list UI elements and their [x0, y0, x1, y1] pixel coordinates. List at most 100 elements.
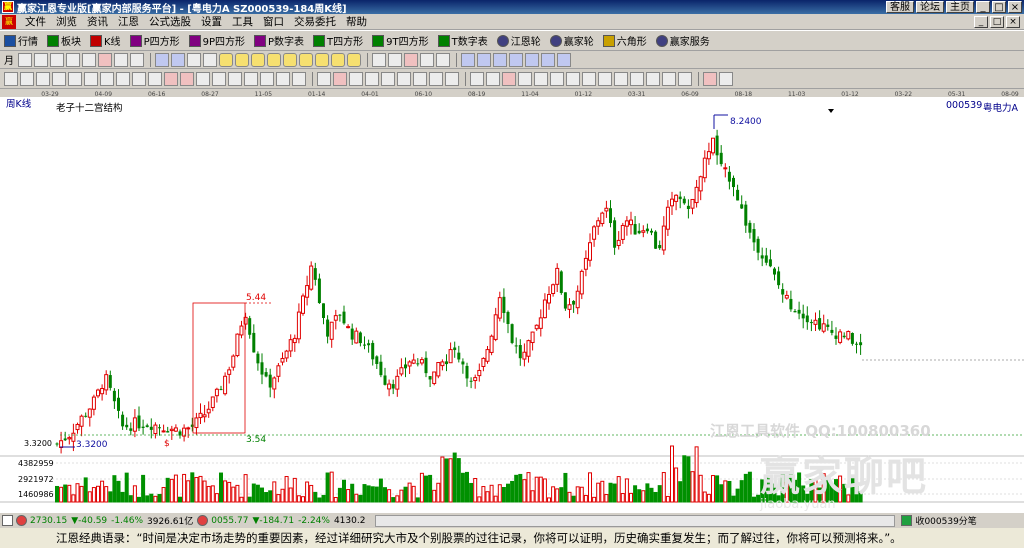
box-icon[interactable] — [260, 71, 274, 86]
tool-cross-icon[interactable] — [114, 52, 128, 67]
indicator-b-icon[interactable] — [534, 71, 548, 86]
toolbar-kline-button[interactable]: K线 — [90, 33, 121, 48]
channel-icon[interactable] — [116, 71, 130, 86]
indicator-bars-icon[interactable] — [486, 71, 500, 86]
ray-tool-icon[interactable] — [333, 71, 347, 86]
toolbar-t-table-button[interactable]: T数字表 — [437, 33, 488, 48]
calc-icon[interactable] — [461, 52, 475, 67]
window-5-icon[interactable] — [557, 52, 571, 67]
arc-icon[interactable] — [420, 52, 434, 67]
triangle-tool-icon[interactable] — [349, 71, 363, 86]
indicator-list-icon[interactable] — [470, 71, 484, 86]
diamond-tool-7-icon[interactable] — [315, 52, 329, 67]
copy-icon[interactable] — [50, 52, 64, 67]
zoom-icon[interactable] — [18, 52, 32, 67]
window-1-icon[interactable] — [493, 52, 507, 67]
mdi-restore-button[interactable]: □ — [990, 15, 1004, 28]
close-button[interactable]: × — [1008, 1, 1022, 13]
indicator-j-icon[interactable] — [662, 71, 676, 86]
toolbar-service-button[interactable]: 赢家服务 — [655, 33, 710, 48]
toolbar-t-square-button[interactable]: T四方形 — [313, 33, 363, 48]
diamond-tool-6-icon[interactable] — [299, 52, 313, 67]
minimize-button[interactable]: _ — [976, 1, 990, 13]
mdi-minimize-button[interactable]: _ — [974, 15, 988, 28]
diamond-tool-2-icon[interactable] — [235, 52, 249, 67]
maximize-button[interactable]: □ — [992, 1, 1006, 13]
first-bar-icon[interactable] — [155, 52, 169, 67]
color-wheel-icon[interactable] — [703, 71, 717, 86]
toolbar-9p-square-button[interactable]: 9P四方形 — [188, 33, 245, 48]
toolbar-sectors-button[interactable]: 板块 — [47, 33, 81, 48]
parallel-icon[interactable] — [132, 71, 146, 86]
percent-icon[interactable] — [502, 71, 516, 86]
toolbar-p-square-button[interactable]: P四方形 — [129, 33, 180, 48]
speed-line-icon[interactable] — [276, 71, 290, 86]
target-icon[interactable] — [164, 71, 178, 86]
toolbar-quotes-button[interactable]: 行情 — [4, 33, 38, 48]
diamond-tool-8-icon[interactable] — [331, 52, 345, 67]
indicator-a-icon[interactable] — [518, 71, 532, 86]
indicator-i-icon[interactable] — [646, 71, 660, 86]
timezone-icon[interactable] — [244, 71, 258, 86]
square-tool-icon[interactable] — [413, 71, 427, 86]
bars-icon[interactable] — [36, 71, 50, 86]
forum-button[interactable]: 论坛 — [916, 1, 944, 13]
arrow-tool-icon[interactable] — [445, 71, 459, 86]
comb-icon[interactable] — [84, 71, 98, 86]
equal-bars-icon[interactable] — [100, 71, 114, 86]
kline-chart-panel[interactable]: 03-29 04-09 06-16 08-27 11-05 01-14 04-01 06-10… — [0, 89, 1024, 512]
diamond-tool-9-icon[interactable] — [347, 52, 361, 67]
cursor-icon[interactable] — [82, 52, 96, 67]
line-tool-icon[interactable] — [4, 71, 18, 86]
tool-rect-icon[interactable] — [130, 52, 144, 67]
trend-tool-icon[interactable] — [381, 71, 395, 86]
indicator-k-icon[interactable] — [678, 71, 692, 86]
indicator-d-icon[interactable] — [566, 71, 580, 86]
shanghai-icon[interactable] — [16, 515, 27, 526]
tool-pointer-icon[interactable] — [203, 52, 217, 67]
toolbar-winner-wheel-button[interactable]: 赢家轮 — [549, 33, 594, 48]
service-button[interactable]: 客服 — [886, 1, 914, 13]
indicator-h-icon[interactable] — [630, 71, 644, 86]
status-scrollbar[interactable] — [375, 514, 896, 527]
save-icon[interactable] — [34, 52, 48, 67]
mdi-close-button[interactable]: × — [1006, 15, 1020, 28]
trident-icon[interactable] — [68, 71, 82, 86]
diamond-tool-5-icon[interactable] — [283, 52, 297, 67]
hand-icon[interactable] — [372, 52, 386, 67]
text-tool-icon[interactable] — [429, 71, 443, 86]
menu-trade[interactable]: 交易委托 — [289, 14, 341, 29]
gann-fan-icon[interactable] — [212, 71, 226, 86]
shenzhen-icon[interactable] — [197, 515, 209, 526]
cycle-icon[interactable] — [228, 71, 242, 86]
menu-settings[interactable]: 设置 — [196, 14, 227, 29]
toolbar-p-table-button[interactable]: P数字表 — [254, 33, 304, 48]
market-icon[interactable] — [2, 515, 13, 526]
menu-formula-picker[interactable]: 公式选股 — [144, 14, 196, 29]
tick-icon[interactable] — [901, 515, 913, 526]
table-icon[interactable] — [477, 52, 491, 67]
homepage-button[interactable]: 主页 — [946, 1, 974, 13]
tool-arrow-icon[interactable] — [187, 52, 201, 67]
toolbar-gann-wheel-button[interactable]: 江恩轮 — [496, 33, 541, 48]
window-3-icon[interactable] — [525, 52, 539, 67]
diamond-tool-1-icon[interactable] — [219, 52, 233, 67]
print-icon[interactable] — [66, 52, 80, 67]
menu-browse[interactable]: 浏览 — [51, 14, 82, 29]
wave-icon[interactable] — [404, 52, 418, 67]
grid-lines-icon[interactable] — [148, 71, 162, 86]
menu-window[interactable]: 窗口 — [258, 14, 289, 29]
menu-logo-icon[interactable]: 赢 — [2, 14, 16, 29]
last-bar-icon[interactable] — [171, 52, 185, 67]
period-selector[interactable]: 月 — [4, 52, 14, 67]
diamond-tool-4-icon[interactable] — [267, 52, 281, 67]
ruler-icon[interactable] — [292, 71, 306, 86]
ellipse-tool-icon[interactable] — [317, 71, 331, 86]
window-4-icon[interactable] — [541, 52, 555, 67]
vertical-lines-icon[interactable] — [20, 71, 34, 86]
polygon-tool-icon[interactable] — [365, 71, 379, 86]
menu-tools[interactable]: 工具 — [227, 14, 258, 29]
menu-help[interactable]: 帮助 — [341, 14, 372, 29]
angle-tool-icon[interactable] — [397, 71, 411, 86]
indicator-f-icon[interactable] — [598, 71, 612, 86]
